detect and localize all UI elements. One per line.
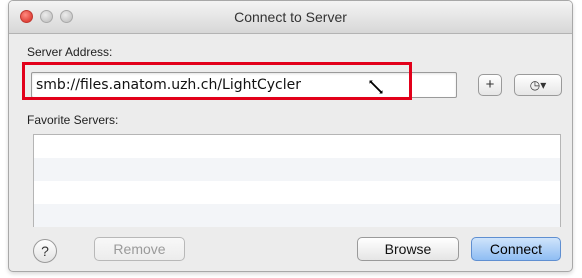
list-row[interactable] — [34, 135, 560, 158]
favorite-servers-label: Favorite Servers: — [27, 113, 119, 127]
favorite-servers-list[interactable] — [33, 134, 561, 227]
help-button[interactable]: ? — [33, 239, 57, 263]
browse-button[interactable]: Browse — [357, 237, 459, 261]
remove-button[interactable]: Remove — [94, 237, 185, 261]
list-row[interactable] — [34, 158, 560, 181]
resize-cursor-icon — [368, 79, 384, 95]
recent-servers-button[interactable]: ◷▾ — [514, 74, 562, 96]
add-favorite-button[interactable]: + — [478, 74, 502, 96]
connect-to-server-window: Connect to Server Server Address: + ◷▾ F… — [8, 0, 573, 272]
connect-button[interactable]: Connect — [471, 237, 561, 261]
list-row[interactable] — [34, 181, 560, 204]
list-row[interactable] — [34, 204, 560, 227]
title-bar: Connect to Server — [9, 1, 572, 34]
server-address-label: Server Address: — [27, 45, 113, 59]
highlight-box — [22, 62, 412, 100]
window-title: Connect to Server — [234, 9, 347, 25]
